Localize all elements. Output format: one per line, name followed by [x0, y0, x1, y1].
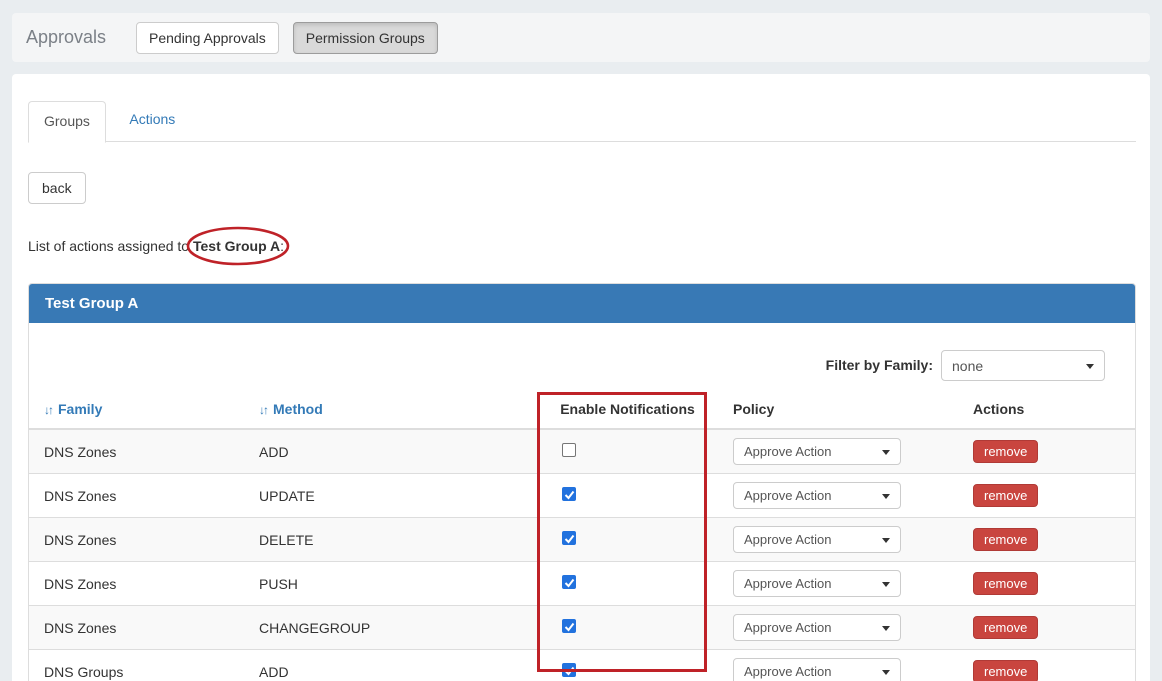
notifications-cell [522, 562, 733, 606]
policy-cell: Approve Action [733, 562, 973, 606]
policy-select[interactable]: Approve Action [733, 526, 901, 553]
actions-cell: remove [973, 650, 1135, 681]
method-cell: DELETE [244, 518, 522, 562]
remove-button[interactable]: remove [973, 616, 1038, 639]
caret-down-icon [882, 538, 890, 543]
panel-body: Filter by Family: none ↓↑Family ↓↑Method… [29, 323, 1135, 681]
header-method[interactable]: ↓↑Method [244, 381, 522, 429]
caret-down-icon [882, 582, 890, 587]
header-family[interactable]: ↓↑Family [29, 381, 244, 429]
actions-cell: remove [973, 429, 1135, 474]
policy-select-value: Approve Action [744, 576, 831, 591]
caret-down-icon [1086, 364, 1094, 369]
notifications-cell [522, 474, 733, 518]
top-navbar: Approvals Pending Approvals Permission G… [12, 13, 1150, 62]
table-row: DNS GroupsADD Approve Action remove [29, 650, 1135, 681]
table-header-row: ↓↑Family ↓↑Method Enable Notifications P… [29, 381, 1135, 429]
remove-button[interactable]: remove [973, 484, 1038, 507]
enable-notifications-checkbox[interactable] [562, 663, 576, 677]
method-cell: ADD [244, 429, 522, 474]
actions-cell: remove [973, 474, 1135, 518]
enable-notifications-checkbox[interactable] [562, 619, 576, 633]
family-filter-select[interactable]: none [941, 350, 1105, 381]
policy-select[interactable]: Approve Action [733, 482, 901, 509]
pending-approvals-button[interactable]: Pending Approvals [136, 22, 279, 54]
header-policy: Policy [733, 381, 973, 429]
method-cell: CHANGEGROUP [244, 606, 522, 650]
page-title: Approvals [12, 27, 136, 48]
policy-select[interactable]: Approve Action [733, 570, 901, 597]
filter-bar: Filter by Family: none [29, 323, 1135, 381]
header-actions: Actions [973, 381, 1135, 429]
policy-cell: Approve Action [733, 606, 973, 650]
table-row: DNS ZonesDELETE Approve Action remove [29, 518, 1135, 562]
method-cell: PUSH [244, 562, 522, 606]
actions-cell: remove [973, 606, 1135, 650]
header-enable-notifications: Enable Notifications [522, 381, 733, 429]
table-row: DNS ZonesUPDATE Approve Action remove [29, 474, 1135, 518]
enable-notifications-checkbox[interactable] [562, 531, 576, 545]
caret-down-icon [882, 626, 890, 631]
notifications-cell [522, 518, 733, 562]
remove-button[interactable]: remove [973, 572, 1038, 595]
content-card: Groups Actions back List of actions assi… [12, 74, 1150, 681]
policy-select[interactable]: Approve Action [733, 614, 901, 641]
sort-icon: ↓↑ [44, 403, 52, 417]
remove-button[interactable]: remove [973, 660, 1038, 681]
assignment-suffix: : [280, 238, 284, 254]
policy-select-value: Approve Action [744, 444, 831, 459]
family-cell: DNS Zones [29, 606, 244, 650]
tab-bar: Groups Actions [28, 100, 1136, 142]
table-row: DNS ZonesPUSH Approve Action remove [29, 562, 1135, 606]
permission-groups-button[interactable]: Permission Groups [293, 22, 438, 54]
policy-select[interactable]: Approve Action [733, 438, 901, 465]
table-row: DNS ZonesADD Approve Action remove [29, 429, 1135, 474]
enable-notifications-checkbox[interactable] [562, 443, 576, 457]
policy-select[interactable]: Approve Action [733, 658, 901, 681]
policy-select-value: Approve Action [744, 532, 831, 547]
tab-actions[interactable]: Actions [114, 100, 190, 142]
family-cell: DNS Groups [29, 650, 244, 681]
panel-title: Test Group A [29, 284, 1135, 323]
filter-label: Filter by Family: [826, 350, 933, 381]
policy-cell: Approve Action [733, 518, 973, 562]
caret-down-icon [882, 494, 890, 499]
method-cell: ADD [244, 650, 522, 681]
notifications-cell [522, 606, 733, 650]
table-row: DNS ZonesCHANGEGROUP Approve Action remove [29, 606, 1135, 650]
policy-cell: Approve Action [733, 429, 973, 474]
assignment-line: List of actions assigned to Test Group A… [28, 238, 284, 254]
policy-cell: Approve Action [733, 474, 973, 518]
family-cell: DNS Zones [29, 474, 244, 518]
family-cell: DNS Zones [29, 562, 244, 606]
method-cell: UPDATE [244, 474, 522, 518]
remove-button[interactable]: remove [973, 440, 1038, 463]
actions-cell: remove [973, 518, 1135, 562]
actions-table: ↓↑Family ↓↑Method Enable Notifications P… [29, 381, 1135, 681]
sort-icon: ↓↑ [259, 403, 267, 417]
caret-down-icon [882, 670, 890, 675]
back-button[interactable]: back [28, 172, 86, 204]
policy-cell: Approve Action [733, 650, 973, 681]
enable-notifications-checkbox[interactable] [562, 575, 576, 589]
policy-select-value: Approve Action [744, 488, 831, 503]
family-cell: DNS Zones [29, 518, 244, 562]
table-body: DNS ZonesADDApprove ActionremoveDNS Zone… [29, 429, 1135, 681]
family-filter-value: none [952, 358, 983, 374]
assignment-group-name: Test Group A [193, 238, 280, 254]
remove-button[interactable]: remove [973, 528, 1038, 551]
family-cell: DNS Zones [29, 429, 244, 474]
actions-cell: remove [973, 562, 1135, 606]
policy-select-value: Approve Action [744, 620, 831, 635]
enable-notifications-checkbox[interactable] [562, 487, 576, 501]
assignment-prefix: List of actions assigned to [28, 238, 193, 254]
policy-select-value: Approve Action [744, 664, 831, 679]
notifications-cell [522, 650, 733, 681]
caret-down-icon [882, 450, 890, 455]
tab-groups[interactable]: Groups [28, 101, 106, 143]
notifications-cell [522, 429, 733, 474]
group-panel: Test Group A Filter by Family: none ↓↑Fa… [28, 283, 1136, 681]
